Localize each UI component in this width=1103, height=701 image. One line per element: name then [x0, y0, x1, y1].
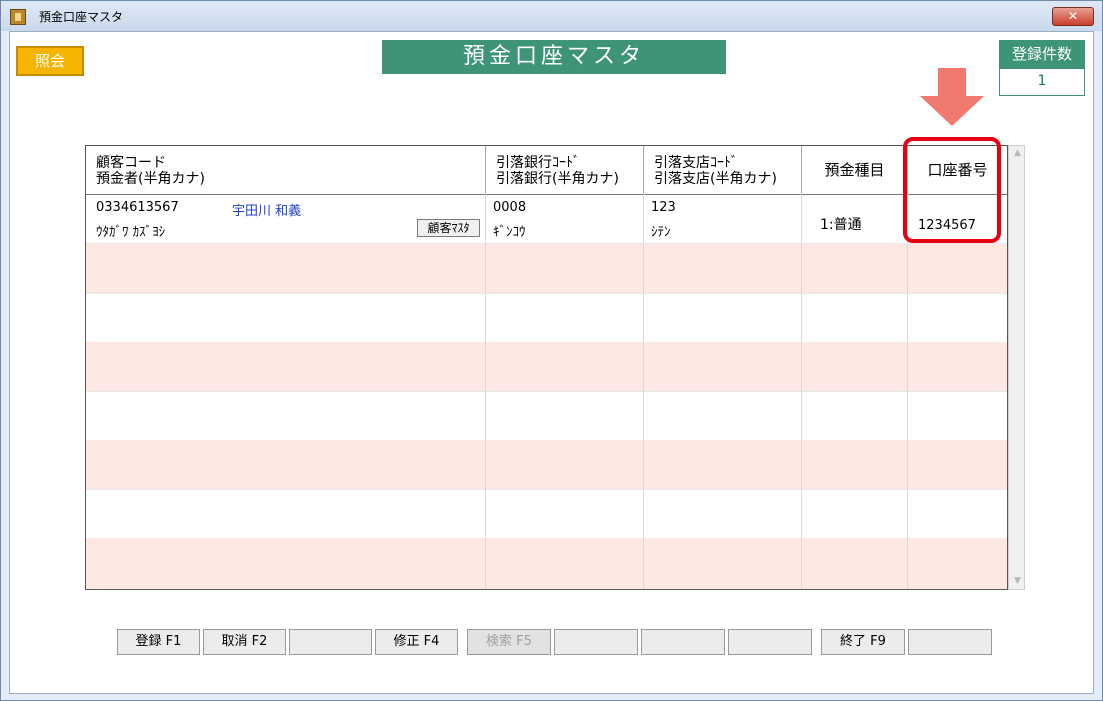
title-bar: 預金口座マスタ ✕ [1, 1, 1102, 31]
scroll-down-icon[interactable]: ▼ [1013, 577, 1022, 586]
scroll-up-icon[interactable]: ▲ [1013, 149, 1022, 158]
customer-master-button[interactable]: 顧客ﾏｽﾀ [417, 219, 480, 237]
table-row[interactable] [86, 440, 1007, 490]
cell-bank: 0008 ｷﾞﾝｺｳ [486, 194, 644, 243]
bank-code: 0008 [493, 200, 527, 215]
f7-button[interactable] [641, 629, 725, 655]
client-area: 照会 預金口座マスタ 登録件数 1 顧客コード 預金者(半角カナ) 引落銀行ｺｰ… [9, 31, 1094, 694]
vertical-scrollbar[interactable]: ▲ ▼ [1008, 145, 1025, 590]
customer-name: 宇田川 和義 [232, 204, 302, 219]
cell-branch: 123 ｼﾃﾝ [644, 194, 802, 243]
table-header: 顧客コード 預金者(半角カナ) 引落銀行ｺｰﾄﾞ 引落銀行(半角カナ) 引落支店… [86, 146, 1007, 195]
modify-f4-button[interactable]: 修正 F4 [375, 629, 458, 655]
header-depositor-kana: 預金者(半角カナ) [96, 171, 205, 187]
exit-f9-button[interactable]: 終了 F9 [821, 629, 905, 655]
account-table: 顧客コード 預金者(半角カナ) 引落銀行ｺｰﾄﾞ 引落銀行(半角カナ) 引落支店… [85, 145, 1008, 590]
header-bank-kana: 引落銀行(半角カナ) [496, 171, 619, 187]
table-row[interactable]: 0334613567 宇田川 和義 ｳﾀｶﾞﾜ ｶｽﾞﾖｼ 顧客ﾏｽﾀ 0008… [86, 194, 1007, 244]
table-row[interactable] [86, 391, 1007, 441]
customer-kana: ｳﾀｶﾞﾜ ｶｽﾞﾖｼ [96, 225, 166, 240]
down-arrow-icon [920, 68, 984, 126]
branch-kana: ｼﾃﾝ [651, 225, 671, 240]
branch-code: 123 [651, 200, 676, 215]
f10-button[interactable] [908, 629, 992, 655]
register-f1-button[interactable]: 登録 F1 [117, 629, 200, 655]
record-count-value: 1 [999, 68, 1085, 96]
page-title: 預金口座マスタ [382, 40, 726, 74]
column-header-customer: 顧客コード 預金者(半角カナ) [86, 146, 486, 194]
table-row[interactable] [86, 342, 1007, 392]
column-header-deposit-type: 預金種目 [802, 146, 908, 194]
header-branch-kana: 引落支店(半角カナ) [654, 171, 777, 187]
account-number-highlight [903, 137, 1001, 243]
f8-button[interactable] [728, 629, 812, 655]
table-row[interactable] [86, 244, 1007, 294]
cell-deposit-type: 1:普通 [802, 194, 908, 243]
table-row[interactable] [86, 538, 1007, 589]
customer-code: 0334613567 [96, 200, 179, 215]
table-row[interactable] [86, 489, 1007, 539]
cell-customer: 0334613567 宇田川 和義 ｳﾀｶﾞﾜ ｶｽﾞﾖｼ 顧客ﾏｽﾀ [86, 194, 486, 243]
f6-button[interactable] [554, 629, 638, 655]
close-button[interactable]: ✕ [1052, 7, 1094, 26]
table-row[interactable] [86, 293, 1007, 343]
record-count-label: 登録件数 [999, 40, 1085, 68]
main-window: 預金口座マスタ ✕ 照会 預金口座マスタ 登録件数 1 顧客コード 預金者(半角… [0, 0, 1103, 701]
inquiry-button[interactable]: 照会 [16, 46, 84, 76]
app-icon [10, 9, 26, 25]
window-title: 預金口座マスタ [39, 10, 124, 24]
column-header-branch: 引落支店ｺｰﾄﾞ 引落支店(半角カナ) [644, 146, 802, 194]
search-f5-button[interactable]: 検索 F5 [467, 629, 551, 655]
deposit-type: 1:普通 [820, 217, 862, 233]
cancel-f2-button[interactable]: 取消 F2 [203, 629, 286, 655]
f3-button[interactable] [289, 629, 372, 655]
column-header-bank: 引落銀行ｺｰﾄﾞ 引落銀行(半角カナ) [486, 146, 644, 194]
bank-kana: ｷﾞﾝｺｳ [493, 225, 526, 240]
